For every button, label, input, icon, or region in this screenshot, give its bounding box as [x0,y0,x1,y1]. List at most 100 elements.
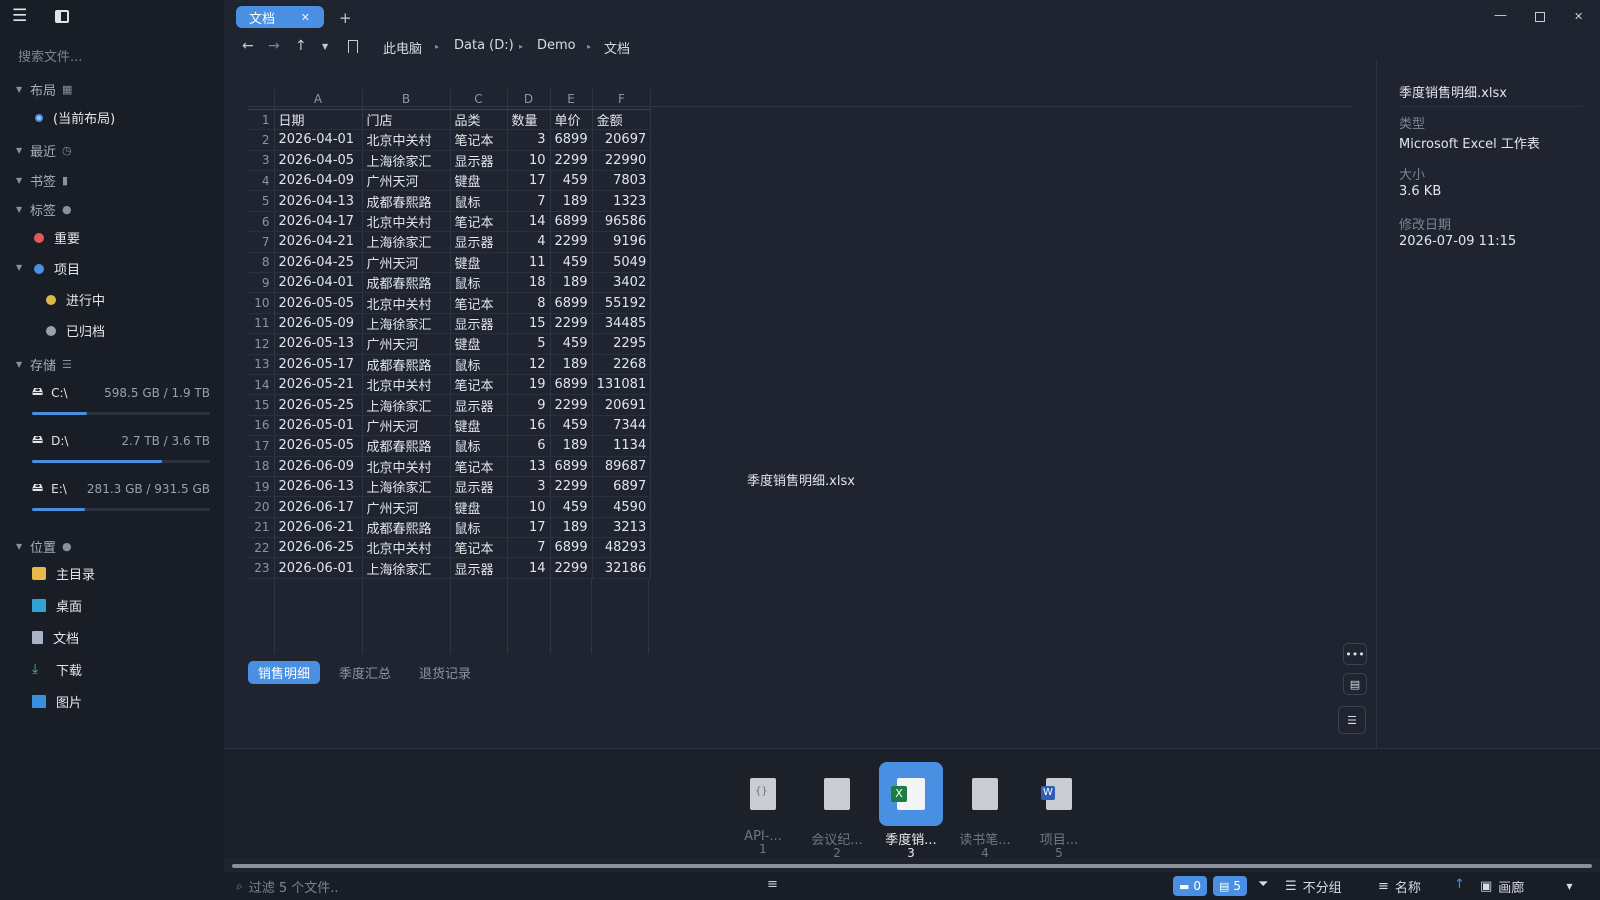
history-dropdown-icon[interactable]: ▼ [322,42,328,51]
tag-in-progress[interactable]: 进行中 [46,290,105,309]
section-places[interactable]: ▼ 位置 ● [16,537,72,556]
table-cell: 14 [507,557,551,579]
tag-project[interactable]: 项目 [34,259,80,278]
gallery-item[interactable]: 读书笔... 4 [953,762,1017,860]
view-mode-control[interactable]: ▣ 画廊 ▼ [1480,877,1572,896]
table-cell: 显示器 [450,394,508,416]
layout-current-item[interactable]: (当前布局) [35,108,115,127]
group-by-control[interactable]: ☰ 不分组 [1285,877,1342,896]
filter-funnel-icon[interactable]: ⏷ [1258,877,1268,892]
tag-important-label: 重要 [54,232,81,247]
table-cell: 2299 [550,394,593,416]
drive-e[interactable]: 🖴 E:\ 281.3 GB / 931.5 GB [32,479,210,511]
breadcrumb-demo[interactable]: Demo [537,38,576,53]
table-cell: 459 [550,415,593,437]
table-cell: 89687 [592,456,652,477]
table-cell: 2268 [592,354,652,375]
tag-project-label: 项目 [54,263,81,278]
more-options-icon[interactable]: ••• [1343,643,1367,665]
table-row: 15 2026-05-25 上海徐家汇 显示器 9 2299 20691 [248,394,652,416]
menu-lines-icon[interactable]: ≡ [767,877,778,892]
table-cell: 成都春熙路 [362,517,451,539]
table-row: 5 2026-04-13 成都春熙路 鼠标 7 189 1323 [248,190,652,212]
info-title: 季度销售明细.xlsx [1399,86,1507,101]
section-bookmarks[interactable]: ▼ 书签 ▮ [16,171,68,190]
json-file-icon: {} [731,762,795,826]
files-count-badge[interactable]: ▤ 5 [1213,876,1248,896]
grid-line [507,578,508,654]
forward-icon[interactable]: → [268,38,280,54]
table-row: 19 2026-06-13 上海徐家汇 显示器 3 2299 6897 [248,476,652,498]
breadcrumb-data-d[interactable]: Data (D:) [454,38,514,53]
filter-input[interactable]: ⌕ 过滤 5 个文件.. [236,877,756,896]
sheet-tab-returns[interactable]: 退货记录 [409,661,481,684]
table-cell: 键盘 [450,333,508,355]
row-number: 12 [248,333,275,355]
excel-file-icon: X [879,762,943,826]
section-layout[interactable]: ▼ 布局 ▦ [16,80,72,99]
tag-yellow-dot-icon [46,294,56,305]
table-cell: 广州天河 [362,252,451,274]
table-cell: 上海徐家汇 [362,150,451,172]
hamburger-menu-icon[interactable]: ☰ [12,6,27,26]
table-cell: 6899 [550,211,593,233]
grid-line [362,578,363,654]
chevron-down-icon[interactable]: ▼ [16,263,22,272]
tag-archived[interactable]: 已归档 [46,321,105,340]
sort-direction-icon[interactable]: ↑ [1454,877,1465,892]
sheet-tab-quarterly-summary[interactable]: 季度汇总 [329,661,401,684]
settings-sliders-icon[interactable]: ☰ [1338,706,1366,734]
section-recent[interactable]: ▼ 最近 ◷ [16,141,72,160]
tab-documents[interactable]: 文档 ✕ [236,6,324,28]
table-cell: 55192 [592,292,652,314]
gallery-item[interactable]: {} API-... 1 [731,762,795,856]
folders-count-badge[interactable]: ▬ 0 [1173,876,1208,896]
table-cell: 2026-06-13 [274,476,363,498]
section-tags[interactable]: ▼ 标签 ● [16,200,72,219]
place-home[interactable]: 主目录 [32,564,95,583]
sheet-tab-sales-detail[interactable]: 销售明细 [248,661,321,684]
place-downloads[interactable]: ⤓ 下载 [32,660,82,679]
info-panel: 季度销售明细.xlsx 类型 Microsoft Excel 工作表 大小 3.… [1376,60,1583,750]
table-cell: 11 [507,252,551,274]
sidebar: ☰ 搜索文件... ▼ 布局 ▦ (当前布局) ▼ 最近 ◷ ▼ 书签 ▮ ▼ … [0,0,224,900]
drive-c[interactable]: 🖴 C:\ 598.5 GB / 1.9 TB [32,383,210,415]
place-desktop[interactable]: 桌面 [32,596,82,615]
table-cell: 2026-06-09 [274,456,363,477]
breadcrumb-this-pc[interactable]: 此电脑 [383,38,422,57]
tag-important[interactable]: 重要 [34,228,80,247]
gallery-item[interactable]: 会议纪... 2 [805,762,869,860]
gallery-item-selected[interactable]: X 季度销... 3 [879,762,943,860]
close-window-icon[interactable]: ✕ [1574,10,1583,23]
maximize-icon[interactable] [1535,12,1545,22]
place-pictures[interactable]: 图片 [32,692,82,711]
table-cell: 北京中关村 [362,537,451,559]
table-cell: 96586 [592,211,652,233]
breadcrumb-documents[interactable]: 文档 [604,38,630,57]
table-cell: 成都春熙路 [362,190,451,212]
table-cell: 鼠标 [450,354,508,375]
gallery-item[interactable]: W 项目... 5 [1027,762,1091,860]
sort-by-control[interactable]: ≡ 名称 [1378,877,1421,896]
chevron-down-icon: ▼ [16,146,23,155]
gallery-scrollbar[interactable] [232,864,1592,868]
place-documents[interactable]: 文档 [32,628,79,647]
close-icon[interactable]: ✕ [301,11,310,24]
row-number: 16 [248,415,275,437]
minimize-icon[interactable]: — [1494,8,1507,23]
table-cell: 16 [507,415,551,437]
sidebar-search-input[interactable]: 搜索文件... [18,46,208,65]
add-tab-icon[interactable]: + [339,9,352,27]
table-row: 12 2026-05-13 广州天河 键盘 5 459 2295 [248,333,652,355]
drive-d[interactable]: 🖴 D:\ 2.7 TB / 3.6 TB [32,431,210,463]
bookmark-add-icon[interactable] [348,40,358,53]
toggle-sidebar-icon[interactable] [55,10,69,23]
back-icon[interactable]: ← [242,38,254,54]
table-cell: 广州天河 [362,333,451,355]
section-storage[interactable]: ▼ 存储 ☰ [16,355,72,374]
spreadsheet-preview: A B C D E F 1 日期 门店 品类 数量 单价 金额 2 2026-04-01 北京中关… [248,89,652,579]
details-pane-icon[interactable]: ▤ [1343,673,1367,695]
table-cell: 笔记本 [450,537,508,559]
up-icon[interactable]: ↑ [295,38,307,54]
table-cell: 北京中关村 [362,456,451,477]
